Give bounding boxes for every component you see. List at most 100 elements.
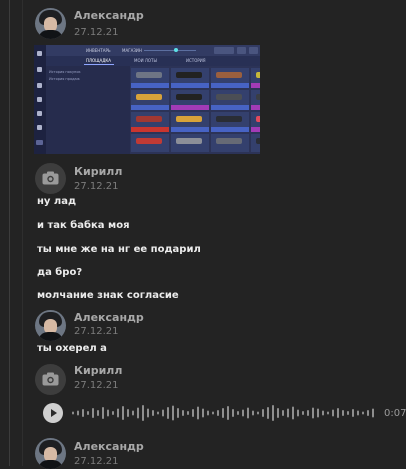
waveform-bar bbox=[112, 411, 114, 415]
waveform-bar bbox=[107, 409, 109, 417]
game-tab: МОИ ЛОТЫ bbox=[134, 58, 157, 63]
game-left-pane: История покупок История продаж bbox=[46, 66, 130, 154]
waveform-bar bbox=[142, 405, 144, 421]
waveform-bar bbox=[342, 410, 344, 416]
waveform-bar bbox=[277, 408, 279, 418]
waveform-bar bbox=[192, 409, 194, 417]
waveform-bar bbox=[262, 409, 264, 417]
game-left-item: История продаж bbox=[49, 77, 80, 81]
avatar-aleksandr[interactable] bbox=[35, 8, 66, 39]
message-text: и так бабка моя bbox=[37, 220, 130, 231]
waveform-bar bbox=[122, 406, 124, 420]
waveform-bar bbox=[237, 411, 239, 415]
author-name[interactable]: Кирилл bbox=[74, 165, 122, 178]
game-left-item: История покупок bbox=[49, 70, 81, 74]
avatar-aleksandr[interactable] bbox=[35, 310, 66, 341]
play-icon[interactable] bbox=[43, 403, 63, 423]
thread-rail-inner bbox=[22, 0, 23, 466]
waveform-bar bbox=[72, 411, 74, 415]
waveform-bar bbox=[352, 409, 354, 417]
waveform-bar bbox=[92, 408, 94, 418]
waveform-bar bbox=[337, 408, 339, 418]
waveform-bar bbox=[87, 411, 89, 415]
waveform-bar bbox=[317, 408, 319, 418]
waveform-bar bbox=[132, 410, 134, 416]
waveform-bar bbox=[167, 407, 169, 419]
message-text: ты охерел а bbox=[37, 343, 107, 354]
voice-waveform[interactable] bbox=[70, 403, 380, 423]
waveform-bar bbox=[182, 410, 184, 416]
waveform-bar bbox=[157, 411, 159, 415]
waveform-bar bbox=[222, 408, 224, 418]
waveform-bar bbox=[312, 407, 314, 419]
waveform-bar bbox=[292, 406, 294, 420]
waveform-bar bbox=[307, 410, 309, 416]
waveform-bar bbox=[117, 408, 119, 418]
voice-duration: 0:07 bbox=[384, 408, 406, 419]
waveform-bar bbox=[187, 411, 189, 415]
waveform-bar bbox=[302, 411, 304, 415]
avatar-kirill[interactable] bbox=[35, 163, 66, 194]
waveform-bar bbox=[252, 410, 254, 416]
waveform-bar bbox=[357, 410, 359, 416]
game-topbar: ИНВЕНТАРЬ МАГАЗИН bbox=[46, 45, 260, 56]
author-name[interactable]: Кирилл bbox=[74, 364, 122, 377]
author-name[interactable]: Александр bbox=[74, 440, 144, 453]
waveform-bar bbox=[257, 411, 259, 415]
waveform-bar bbox=[172, 405, 174, 421]
waveform-bar bbox=[147, 408, 149, 418]
waveform-bar bbox=[212, 411, 214, 415]
waveform-bar bbox=[247, 407, 249, 419]
waveform-bar bbox=[367, 410, 369, 416]
waveform-bar bbox=[242, 409, 244, 417]
waveform-bar bbox=[202, 408, 204, 418]
author-name[interactable]: Александр bbox=[74, 9, 144, 22]
message-text: да бро? bbox=[37, 267, 83, 278]
message-date: 27.12.21 bbox=[74, 27, 119, 38]
waveform-bar bbox=[347, 411, 349, 415]
waveform-bar bbox=[197, 406, 199, 420]
game-topbar-section: МАГАЗИН bbox=[122, 48, 142, 53]
waveform-bar bbox=[127, 409, 129, 417]
waveform-bar bbox=[77, 410, 79, 416]
avatar-aleksandr[interactable] bbox=[35, 438, 66, 469]
waveform-bar bbox=[227, 406, 229, 420]
game-tabs: ПЛОЩАДКА МОИ ЛОТЫ ИСТОРИЯ bbox=[46, 56, 260, 66]
waveform-bar bbox=[282, 410, 284, 416]
waveform-bar bbox=[362, 411, 364, 415]
waveform-bar bbox=[287, 408, 289, 418]
game-topbar-title: ИНВЕНТАРЬ bbox=[86, 48, 111, 53]
waveform-bar bbox=[322, 410, 324, 416]
avatar-kirill[interactable] bbox=[35, 364, 66, 395]
thread-rail bbox=[9, 0, 10, 466]
message-text: молчание знак согласие bbox=[37, 290, 179, 301]
waveform-bar bbox=[162, 409, 164, 417]
attached-game-screenshot[interactable]: ИНВЕНТАРЬ МАГАЗИН ПЛОЩАДКА МОИ ЛОТЫ ИСТО… bbox=[34, 45, 260, 154]
waveform-bar bbox=[82, 409, 84, 417]
waveform-bar bbox=[297, 409, 299, 417]
waveform-bar bbox=[217, 410, 219, 416]
waveform-bar bbox=[137, 407, 139, 419]
message-date: 27.12.21 bbox=[74, 456, 119, 467]
waveform-bar bbox=[272, 405, 274, 421]
camera-icon bbox=[42, 171, 59, 185]
game-tab: ИСТОРИЯ bbox=[186, 58, 206, 63]
message-date: 27.12.21 bbox=[74, 326, 119, 337]
game-tab: ПЛОЩАДКА bbox=[86, 58, 111, 63]
waveform-bar bbox=[102, 407, 104, 419]
game-sidebar bbox=[34, 45, 46, 154]
waveform-bar bbox=[372, 408, 374, 418]
author-name[interactable]: Александр bbox=[74, 311, 144, 324]
waveform-bar bbox=[207, 410, 209, 416]
waveform-bar bbox=[152, 410, 154, 416]
camera-icon bbox=[42, 372, 59, 386]
message-text: ну лад bbox=[37, 196, 77, 207]
waveform-bar bbox=[332, 409, 334, 417]
message-text: ты мне же на нг ее подарил bbox=[37, 244, 201, 255]
waveform-bar bbox=[97, 410, 99, 416]
waveform-bar bbox=[327, 411, 329, 415]
waveform-bar bbox=[177, 408, 179, 418]
message-date: 27.12.21 bbox=[74, 181, 119, 192]
message-date: 27.12.21 bbox=[74, 380, 119, 391]
waveform-bar bbox=[232, 409, 234, 417]
